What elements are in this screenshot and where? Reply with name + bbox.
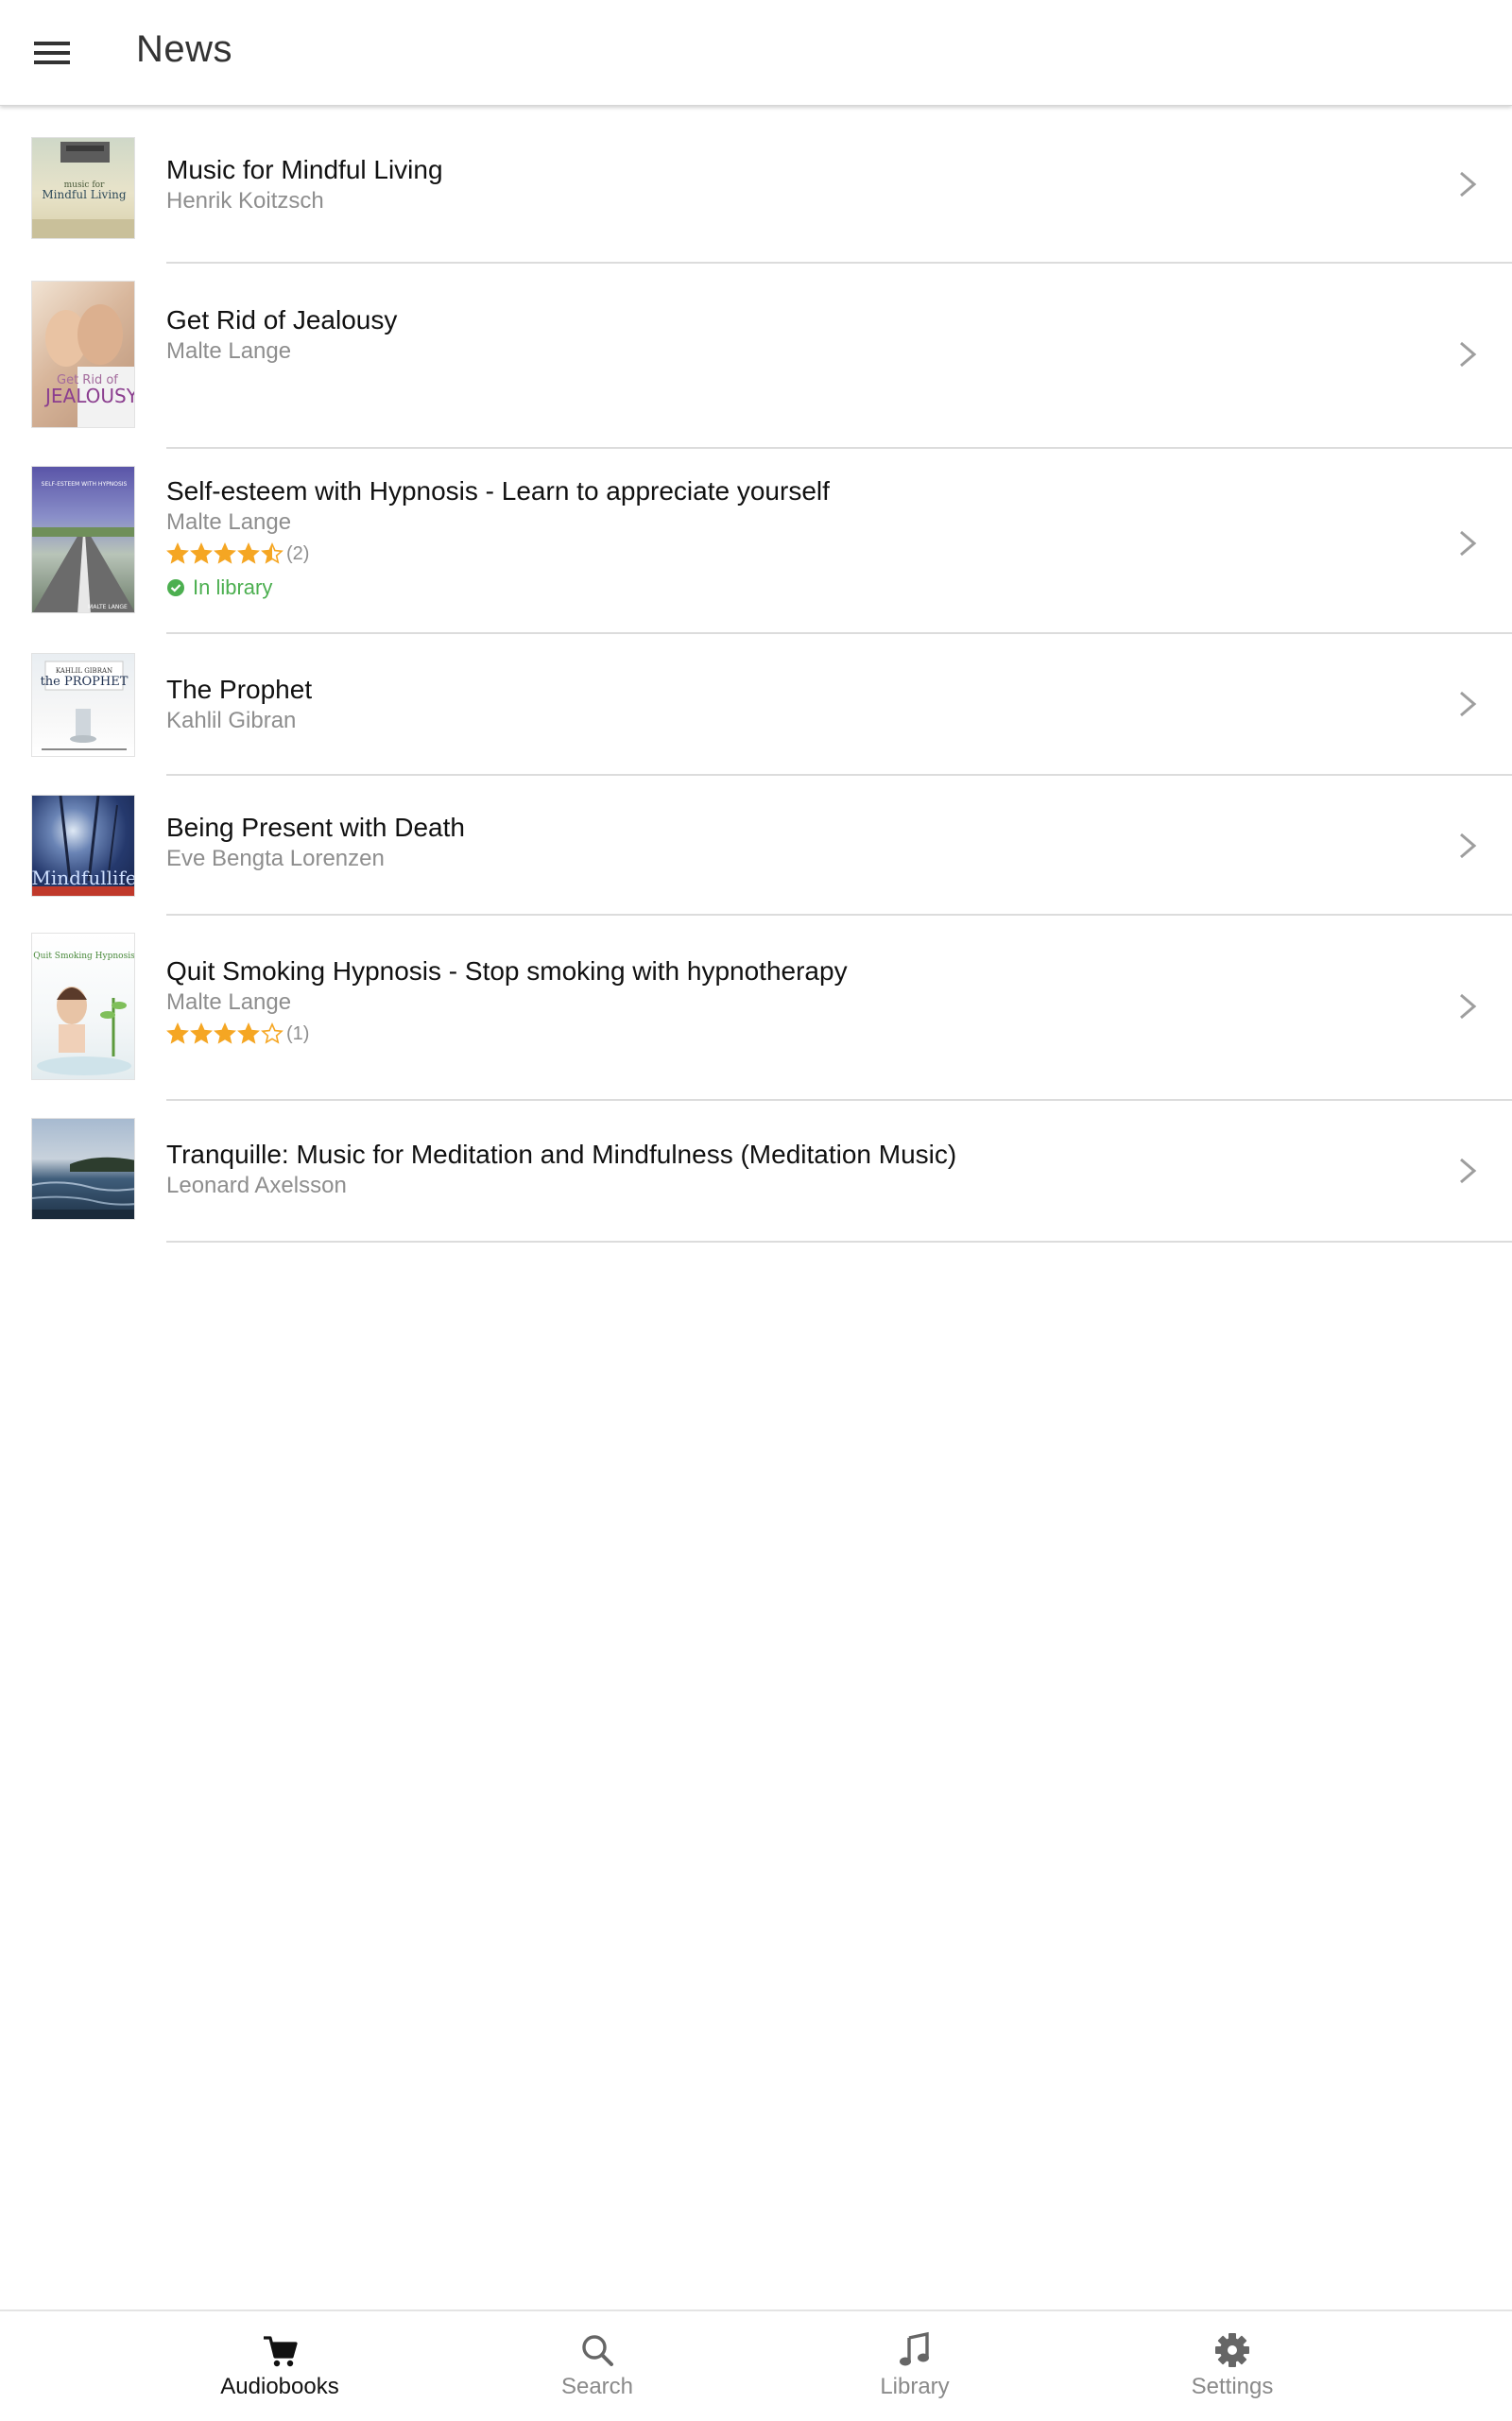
- list-item[interactable]: Quit Smoking Hypnosis Quit Smoking Hypno…: [0, 916, 1512, 1101]
- cart-icon: [264, 2336, 298, 2367]
- divider: [166, 1241, 1512, 1243]
- nav-search[interactable]: Search: [438, 2311, 756, 2421]
- item-author: Malte Lange: [166, 338, 292, 364]
- item-author: Henrik Koitzsch: [166, 188, 324, 214]
- list-item[interactable]: KAHLIL GIBRAN the PROPHET The Prophet Ka…: [0, 634, 1512, 776]
- list-item[interactable]: Get Rid of JEALOUSY Get Rid of Jealousy …: [0, 264, 1512, 449]
- item-text: Quit Smoking Hypnosis - Stop smoking wit…: [166, 955, 1399, 1048]
- star-full-icon: [166, 1022, 189, 1044]
- cover-art: music for Mindful Living: [32, 142, 134, 238]
- check-circle-icon: [167, 579, 184, 596]
- cover-art: [32, 1157, 134, 1219]
- item-text: Get Rid of Jealousy Malte Lange: [166, 304, 1399, 367]
- cover-text: MALTE LANGE: [88, 604, 128, 610]
- cover-text: Quit Smoking Hypnosis: [33, 952, 135, 961]
- list-item[interactable]: Tranquille: Music for Meditation and Min…: [0, 1101, 1512, 1243]
- item-title: Quit Smoking Hypnosis - Stop smoking wit…: [166, 956, 848, 986]
- cover-image: music for Mindful Living: [31, 137, 135, 239]
- cover-text: Mindful Living: [42, 188, 127, 201]
- cover-art: Get Rid of JEALOUSY: [43, 304, 135, 427]
- cover-image: [31, 1118, 135, 1220]
- cover-art: Mindfullife: [32, 796, 135, 896]
- library-status: In library: [166, 572, 1399, 604]
- cover-image: Get Rid of JEALOUSY: [31, 281, 135, 428]
- star-full-icon: [166, 542, 189, 564]
- item-title: Being Present with Death: [166, 813, 465, 842]
- cover-art: Quit Smoking Hypnosis: [33, 952, 135, 1075]
- rating: (1): [166, 1020, 1399, 1048]
- bottom-navigation: Audiobooks Search Library Settings: [0, 2309, 1512, 2419]
- list-item[interactable]: Mindfullife Being Present with Death Eve…: [0, 776, 1512, 916]
- star-full-icon: [237, 542, 260, 564]
- star-full-icon: [190, 542, 213, 564]
- item-title: Self-esteem with Hypnosis - Learn to app…: [166, 476, 830, 506]
- cover-image: Quit Smoking Hypnosis: [31, 933, 135, 1080]
- item-text: Self-esteem with Hypnosis - Learn to app…: [166, 475, 1399, 604]
- star-half-icon: [261, 542, 284, 564]
- star-rating: [166, 542, 284, 565]
- music-note-icon: [900, 2331, 929, 2366]
- item-title: Get Rid of Jealousy: [166, 305, 398, 335]
- nav-settings[interactable]: Settings: [1074, 2311, 1391, 2421]
- cover-image: Mindfullife: [31, 795, 135, 897]
- cover-text: Mindfullife: [32, 867, 135, 889]
- item-text: Tranquille: Music for Meditation and Min…: [166, 1139, 1399, 1201]
- item-text: Music for Mindful Living Henrik Koitzsch: [166, 154, 1399, 216]
- cover-text: the PROPHET: [41, 675, 129, 689]
- star-full-icon: [214, 1022, 236, 1044]
- chevron-right-icon: [1453, 825, 1482, 867]
- star-full-icon: [190, 1022, 213, 1044]
- rating-count: (1): [286, 1022, 310, 1044]
- nav-library[interactable]: Library: [756, 2311, 1074, 2421]
- audiobook-list: music for Mindful Living Music for Mindf…: [0, 107, 1512, 1243]
- chevron-right-icon: [1453, 1150, 1482, 1192]
- cover-text: JEALOUSY: [43, 385, 135, 407]
- cover-art: SELF-ESTEEM WITH HYPNOSIS MALTE LANGE: [32, 481, 134, 612]
- cover-image: KAHLIL GIBRAN the PROPHET: [31, 653, 135, 757]
- nav-label: Library: [880, 2374, 950, 2399]
- library-status-text: In library: [193, 575, 273, 599]
- cover-text: SELF-ESTEEM WITH HYPNOSIS: [42, 481, 128, 488]
- item-author: Malte Lange: [166, 509, 292, 535]
- item-author: Leonard Axelsson: [166, 1173, 347, 1198]
- chevron-right-icon: [1453, 523, 1482, 564]
- list-item[interactable]: SELF-ESTEEM WITH HYPNOSIS MALTE LANGE Se…: [0, 449, 1512, 634]
- item-title: The Prophet: [166, 675, 313, 704]
- nav-label: Settings: [1191, 2374, 1274, 2399]
- item-title: Music for Mindful Living: [166, 155, 443, 184]
- search-icon: [582, 2335, 613, 2366]
- page-title: News: [136, 28, 233, 70]
- star-full-icon: [214, 542, 236, 564]
- nav-audiobooks[interactable]: Audiobooks: [121, 2311, 438, 2421]
- app-header: News: [0, 0, 1512, 106]
- rating-count: (2): [286, 542, 310, 564]
- item-author: Eve Bengta Lorenzen: [166, 846, 385, 871]
- chevron-right-icon: [1453, 163, 1482, 205]
- chevron-right-icon: [1453, 334, 1482, 375]
- menu-button[interactable]: [23, 25, 83, 81]
- cover-text: KAHLIL GIBRAN: [56, 667, 112, 675]
- star-rating: [166, 1022, 284, 1045]
- rating: (2): [166, 540, 1399, 568]
- item-author: Kahlil Gibran: [166, 708, 297, 733]
- item-title: Tranquille: Music for Meditation and Min…: [166, 1140, 957, 1169]
- chevron-right-icon: [1453, 986, 1482, 1027]
- list-item[interactable]: music for Mindful Living Music for Mindf…: [0, 107, 1512, 264]
- gear-icon: [1215, 2333, 1249, 2367]
- cover-image: SELF-ESTEEM WITH HYPNOSIS MALTE LANGE: [31, 466, 135, 613]
- star-full-icon: [237, 1022, 260, 1044]
- item-text: Being Present with Death Eve Bengta Lore…: [166, 812, 1399, 874]
- cover-art: KAHLIL GIBRAN the PROPHET: [41, 661, 129, 750]
- star-empty-icon: [261, 1022, 284, 1044]
- chevron-right-icon: [1453, 683, 1482, 725]
- hamburger-menu-icon: [34, 42, 70, 64]
- item-text: The Prophet Kahlil Gibran: [166, 674, 1399, 736]
- nav-label: Audiobooks: [220, 2374, 339, 2399]
- item-author: Malte Lange: [166, 989, 292, 1015]
- nav-label: Search: [560, 2374, 634, 2399]
